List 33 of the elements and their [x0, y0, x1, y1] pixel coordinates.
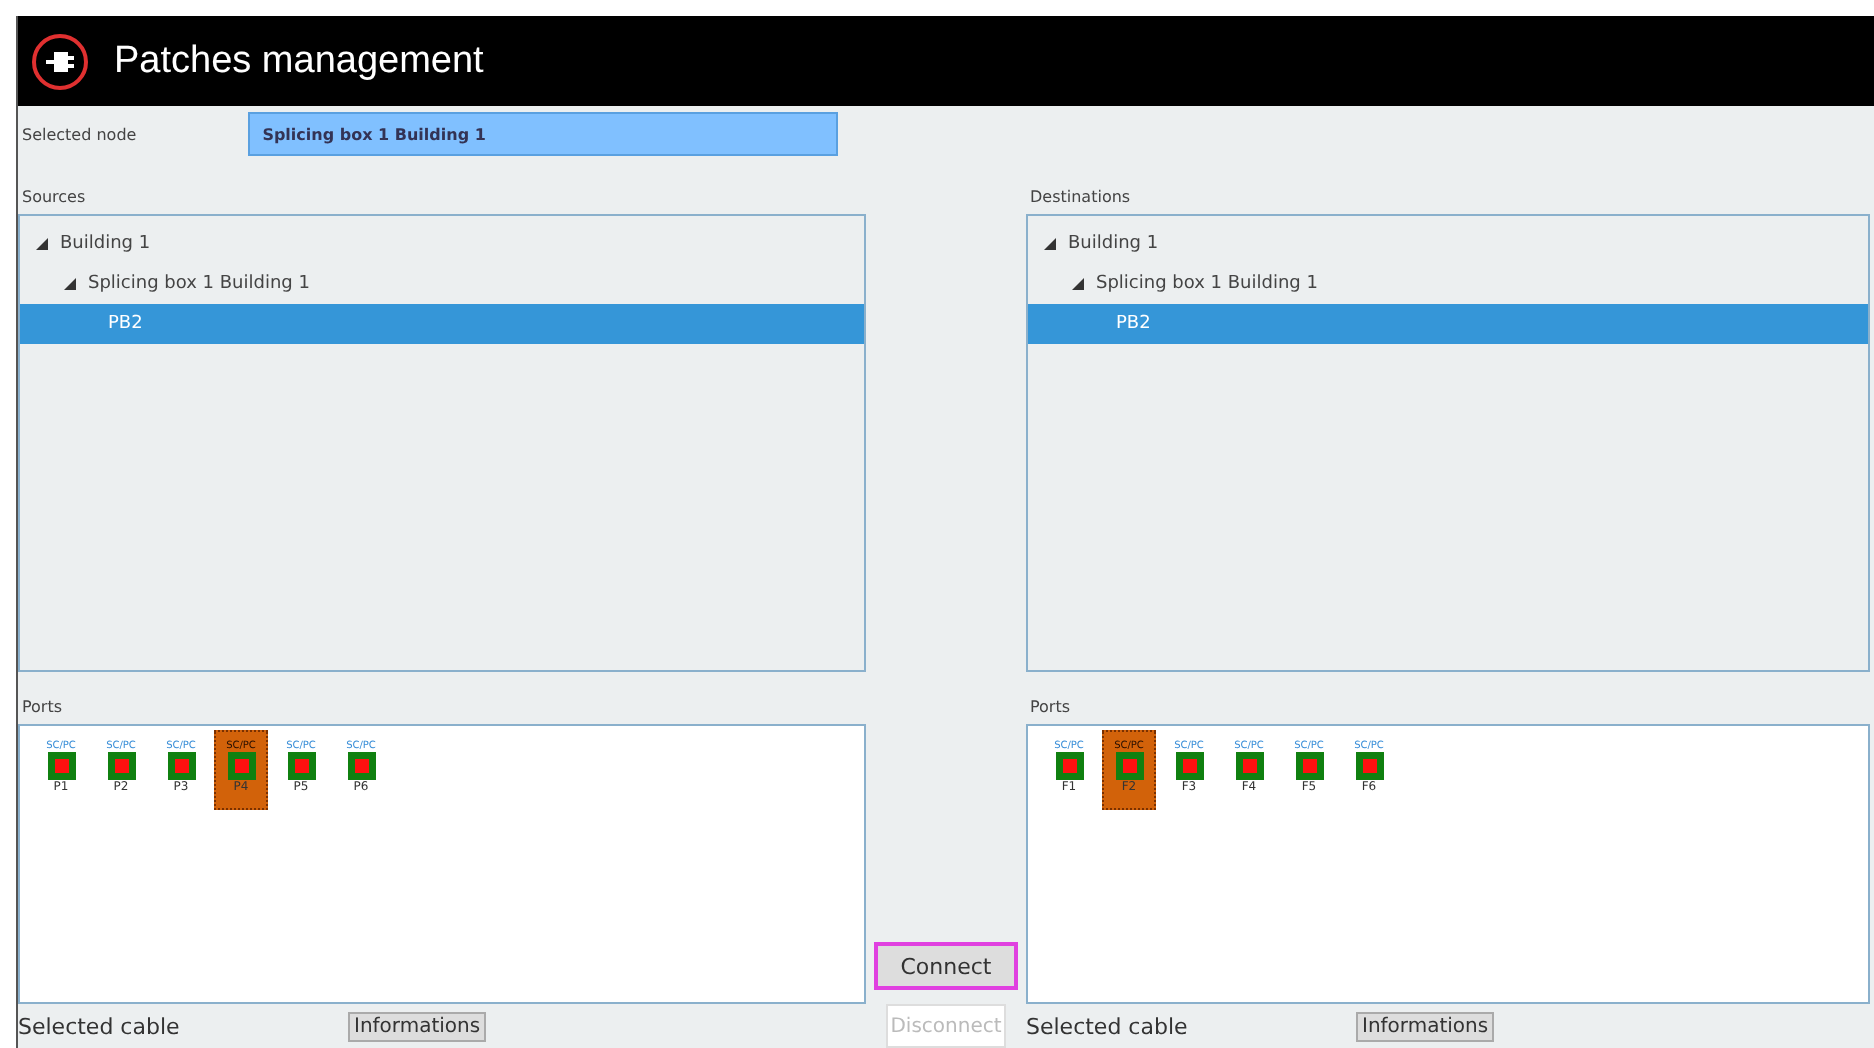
window-title: Patches management [114, 39, 484, 83]
port-icon [1115, 752, 1143, 780]
ports-label: Ports [20, 696, 65, 720]
expanded-arrow-icon[interactable] [64, 278, 76, 290]
port-icon [1355, 752, 1383, 780]
expanded-arrow-icon[interactable] [36, 238, 48, 250]
informations-button[interactable]: Informations [1356, 1011, 1495, 1041]
port-icon [107, 752, 135, 780]
port-icon [47, 752, 75, 780]
selected-node-label: Selected node [22, 125, 137, 143]
expanded-arrow-icon[interactable] [1044, 238, 1056, 250]
ports-label: Ports [1028, 696, 1073, 720]
section-label: Destinations [1028, 186, 1133, 210]
port-icon [287, 752, 315, 780]
selected-cable-label: Selected cable [1026, 1013, 1190, 1039]
tree-item[interactable]: Splicing box 1 Building 1 [1028, 264, 1868, 304]
informations-button[interactable]: Informations [348, 1011, 487, 1041]
port-icon [347, 752, 375, 780]
selected-node-field[interactable]: Splicing box 1 Building 1 [248, 112, 839, 156]
connect-button[interactable]: Connect [874, 942, 1018, 990]
section-label: Sources [20, 186, 88, 210]
tree-item[interactable]: Building 1 [20, 224, 864, 264]
tree-item[interactable]: Splicing box 1 Building 1 [20, 264, 864, 304]
selected-cable-label: Selected cable [18, 1013, 182, 1039]
port-icon [227, 752, 255, 780]
tree-item[interactable]: Building 1 [1028, 224, 1868, 264]
port-icon [1295, 752, 1323, 780]
port-icon [167, 752, 195, 780]
port-icon [1175, 752, 1203, 780]
plug-icon [30, 31, 90, 91]
expanded-arrow-icon[interactable] [1072, 278, 1084, 290]
port-icon [1055, 752, 1083, 780]
port-icon [1235, 752, 1263, 780]
